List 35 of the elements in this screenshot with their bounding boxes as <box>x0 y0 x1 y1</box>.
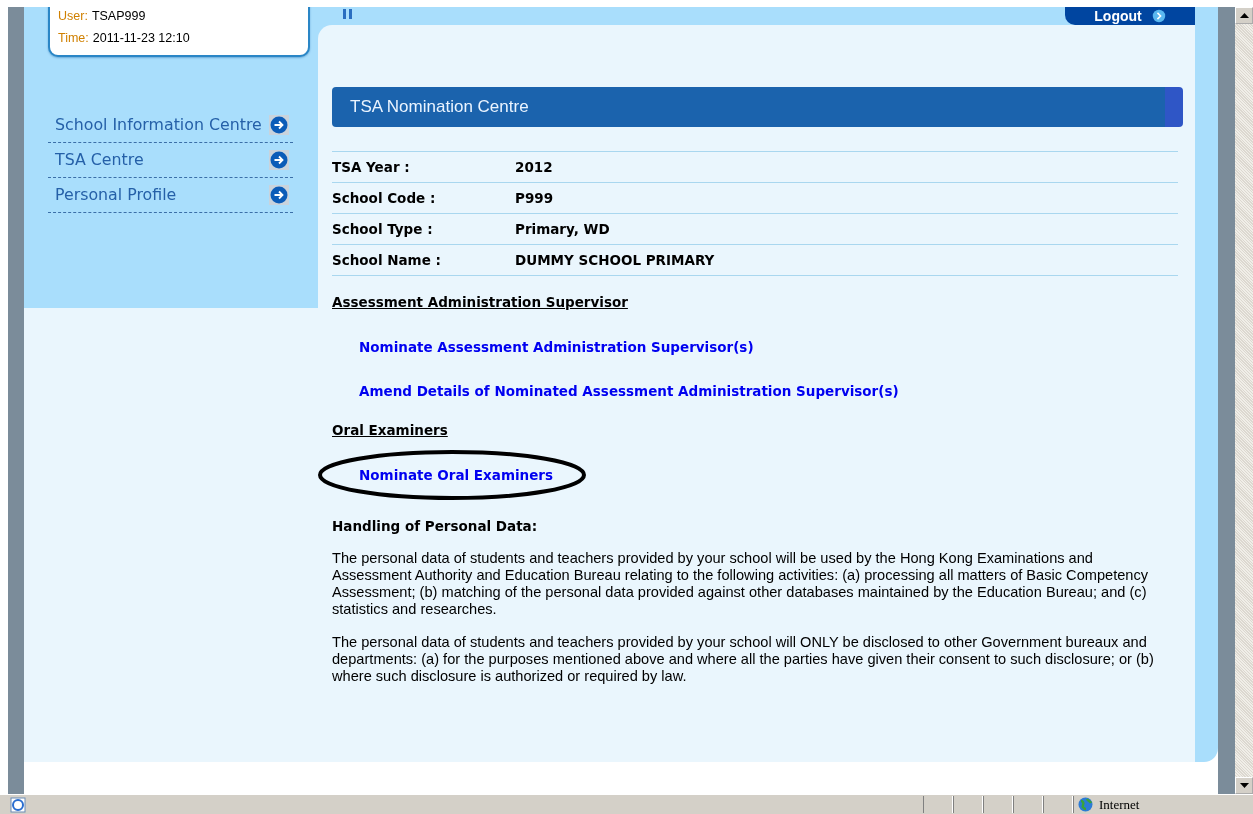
section-heading: Assessment Administration Supervisor <box>332 294 628 310</box>
info-value: P999 <box>515 190 554 206</box>
scrollbar[interactable] <box>1235 7 1253 794</box>
logout-button[interactable]: Logout <box>1065 7 1195 25</box>
arrow-right-icon <box>269 150 289 170</box>
down-arrow-icon <box>1239 783 1249 788</box>
arrow-right-icon <box>269 115 289 135</box>
info-value: DUMMY SCHOOL PRIMARY <box>515 252 715 268</box>
info-value: 2012 <box>515 159 553 175</box>
time-label: Time: <box>58 31 89 45</box>
arrow-right-icon <box>269 185 289 205</box>
info-label: School Type : <box>332 221 434 237</box>
user-value: TSAP999 <box>91 9 146 23</box>
sidebar-item[interactable]: School Information Centre <box>48 108 293 143</box>
info-value: Primary, WD <box>515 221 610 237</box>
nomination-link[interactable]: Amend Details of Nominated Assessment Administration Supervisor(s) <box>359 383 899 400</box>
sidebar-item[interactable]: TSA Centre <box>48 143 293 178</box>
info-label: TSA Year : <box>332 159 411 175</box>
user-label: User: <box>58 9 88 23</box>
time-value: 2011-11-23 12:10 <box>92 31 190 45</box>
paragraph: The personal data of students and teachers provided by your school will ONLY be disclosed to other Government bureaux and departments: (a) for the purposes mentioned above and where all the parties have given their consent to such disclosure; or (b) where such disclosure is authorized or required by law. <box>332 634 1155 685</box>
nomination-link[interactable]: Nominate Assessment Administration Supervisor(s) <box>359 339 754 356</box>
globe-icon <box>1078 797 1093 812</box>
section-heading: Handling of Personal Data: <box>332 518 539 534</box>
section-heading: Oral Examiners <box>332 422 448 438</box>
security-zone-label: Internet <box>1099 796 1140 813</box>
scroll-down-button[interactable] <box>1235 777 1253 794</box>
info-label: School Code : <box>332 190 437 206</box>
page-title: TSA Nomination Centre <box>350 97 529 117</box>
info-label: School Name : <box>332 252 442 268</box>
arrow-right-icon <box>1151 9 1166 23</box>
scroll-up-button[interactable] <box>1235 7 1253 24</box>
up-arrow-icon <box>1239 13 1249 18</box>
paragraph: The personal data of students and teachers provided by your school will be used by the Hong Kong Examinations and Assessment Authority and Education Bureau relating to the following activities: (a) processing all matters of Basic Competency Assessment; (b) matching of the personal data provided against other databases maintained by the Education Bureau; and (c) statistics and researches. <box>332 550 1150 618</box>
sidebar-item[interactable]: Personal Profile <box>48 178 293 213</box>
